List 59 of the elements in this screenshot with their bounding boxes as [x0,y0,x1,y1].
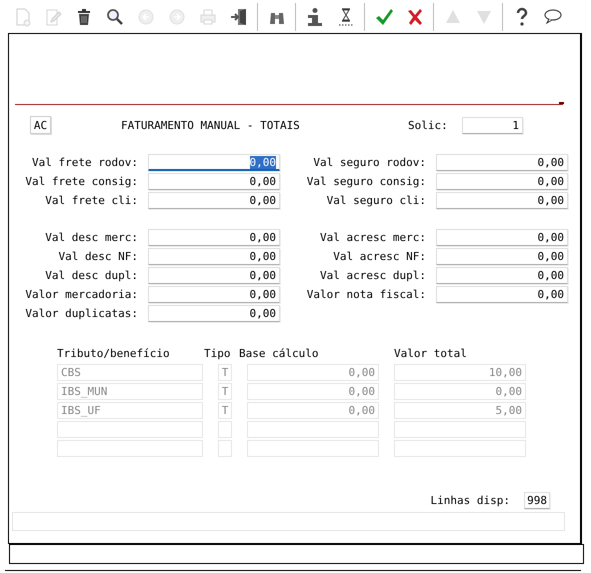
field-label: Valor mercadoria: [24,288,139,301]
table-cell: IBS_MUN [57,383,203,400]
value-field[interactable]: 0,00 [148,173,280,190]
field-label: Valor duplicatas: [24,307,139,320]
field-label: Val acresc dupl: [319,269,427,282]
mode-button[interactable]: AC [30,116,51,134]
lines-label: Linhas disp: [430,494,510,507]
value-field[interactable]: 0,00 [148,305,280,322]
field-label: Val acresc merc: [319,231,427,244]
form-title: FATURAMENTO MANUAL - TOTAIS [121,118,301,132]
checkmark-icon [374,6,394,26]
table-cell: T [218,402,232,419]
table-cell: 5,00 [394,402,526,419]
table-cell: 0,00 [247,383,379,400]
value-field[interactable]: 0,00 [436,267,568,284]
value-field[interactable]: 0,00 [148,267,280,284]
table-cell: 0,00 [394,383,526,400]
field-label: Val desc merc: [44,231,139,244]
value-field[interactable]: 0,00 [148,192,280,209]
value-field[interactable]: 0,00 [148,154,280,171]
table-cell: IBS_UF [57,402,203,419]
table-cell: CBS [57,364,203,381]
field-label: Val frete rodov: [31,156,139,169]
value-field[interactable]: 0,00 [436,229,568,246]
table-cell: 0,00 [247,364,379,381]
field-label: Val frete cli: [44,194,139,207]
table-cell [218,421,232,438]
value-field[interactable]: 0,00 [148,286,280,303]
search-icon [104,6,124,26]
table-cell: 0,00 [247,402,379,419]
field-label: Val acresc NF: [332,250,427,263]
printer-icon [198,6,218,26]
column-header: Tipo [204,347,232,362]
value-field[interactable]: 0,00 [436,173,568,190]
exit-door-icon [228,6,248,26]
field-label: Val seguro rodov: [312,156,427,169]
field-label: Val frete consig: [24,175,139,188]
value-field[interactable]: 0,00 [436,154,568,171]
value-field[interactable]: 1 [462,116,523,134]
table-cell: T [218,364,232,381]
table-cell: 10,00 [394,364,526,381]
value-field[interactable]: 0,00 [436,248,568,265]
value-field[interactable]: 0,00 [148,248,280,265]
field-label: Valor nota fiscal: [306,288,427,301]
table-cell: T [218,383,232,400]
field-label: Val seguro cli: [326,194,427,207]
column-header: Base cálculo [239,347,320,362]
value-field[interactable]: 0,00 [436,286,568,303]
field-label: Val desc NF: [58,250,139,263]
column-header: Valor total [394,347,468,362]
table-cell [218,440,232,457]
field-label: Val seguro consig: [306,175,427,188]
column-header: Tributo/benefício [57,347,171,362]
value-field[interactable]: 0,00 [436,192,568,209]
field-label: Val desc dupl: [44,269,139,282]
solic-label: Solic: [408,118,449,132]
speech-bubble-icon [542,6,562,26]
lines-field: 998 [524,492,550,509]
value-field[interactable]: 0,00 [148,229,280,246]
